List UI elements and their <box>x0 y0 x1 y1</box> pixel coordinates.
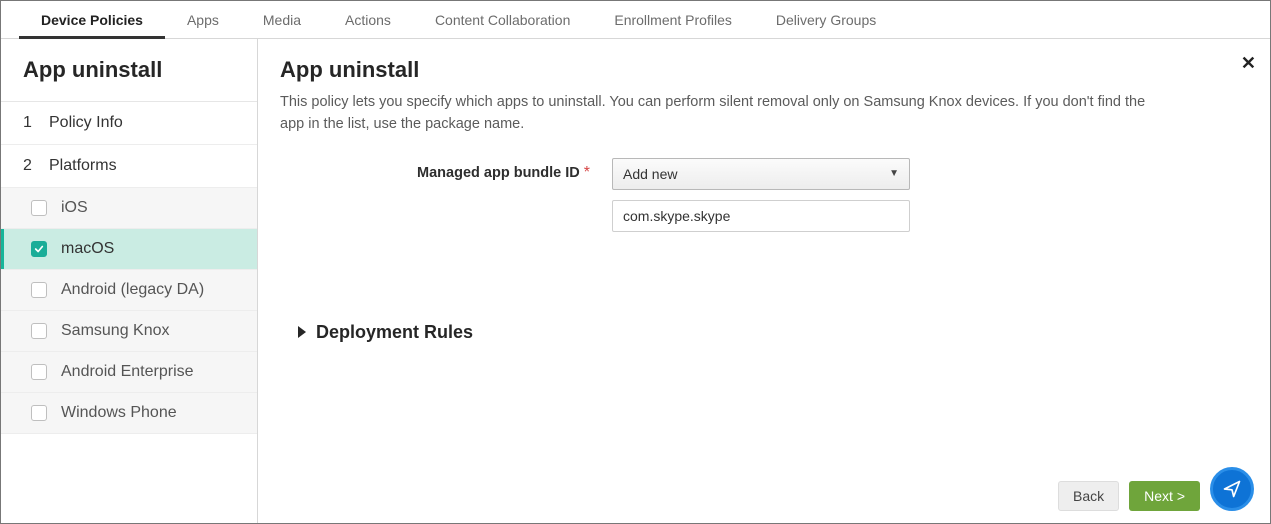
top-tab-apps[interactable]: Apps <box>165 1 241 38</box>
deployment-rules-label: Deployment Rules <box>316 322 473 343</box>
platform-list: iOS macOS Android (legacy DA) Samsung Knox A… <box>1 188 257 434</box>
step-label: Platforms <box>49 157 117 175</box>
platform-label: Android Enterprise <box>61 363 194 381</box>
page-title: App uninstall <box>280 57 1248 83</box>
checkbox[interactable] <box>31 364 47 380</box>
deployment-rules-toggle[interactable]: Deployment Rules <box>280 322 1248 343</box>
platform-label: iOS <box>61 199 88 217</box>
step-number: 1 <box>23 114 37 132</box>
step-platforms[interactable]: 2 Platforms <box>1 145 257 188</box>
top-tab-enrollment-profiles[interactable]: Enrollment Profiles <box>592 1 754 38</box>
step-label: Policy Info <box>49 114 123 132</box>
required-mark: * <box>584 164 590 181</box>
platform-label: Samsung Knox <box>61 322 170 340</box>
bundle-id-label: Managed app bundle ID <box>417 165 580 181</box>
platform-ios[interactable]: iOS <box>1 188 257 229</box>
checkbox[interactable] <box>31 282 47 298</box>
back-button[interactable]: Back <box>1058 481 1119 511</box>
platform-android-legacy-da-[interactable]: Android (legacy DA) <box>1 270 257 311</box>
bundle-id-dropdown[interactable]: Add new ▼ <box>612 158 910 190</box>
triangle-right-icon <box>298 326 306 338</box>
top-tab-actions[interactable]: Actions <box>323 1 413 38</box>
step-policy-info[interactable]: 1 Policy Info <box>1 102 257 145</box>
footer-buttons: Back Next > <box>1058 481 1200 511</box>
top-tab-delivery-groups[interactable]: Delivery Groups <box>754 1 898 38</box>
chevron-down-icon: ▼ <box>889 168 899 179</box>
page-description: This policy lets you specify which apps … <box>280 91 1160 136</box>
platform-samsung-knox[interactable]: Samsung Knox <box>1 311 257 352</box>
paper-plane-icon <box>1222 479 1242 499</box>
bundle-id-row: Managed app bundle ID* Add new ▼ <box>280 158 1248 232</box>
help-bubble-button[interactable] <box>1210 467 1254 511</box>
platform-label: Android (legacy DA) <box>61 281 204 299</box>
platform-android-enterprise[interactable]: Android Enterprise <box>1 352 257 393</box>
checkbox[interactable] <box>31 323 47 339</box>
sidebar-title: App uninstall <box>1 39 257 102</box>
step-number: 2 <box>23 157 37 175</box>
top-tab-content-collaboration[interactable]: Content Collaboration <box>413 1 592 38</box>
sidebar: App uninstall 1 Policy Info 2 Platforms iOS… <box>1 39 258 523</box>
dropdown-value: Add new <box>623 166 677 182</box>
checkbox[interactable] <box>31 405 47 421</box>
platform-label: macOS <box>61 240 114 258</box>
next-button[interactable]: Next > <box>1129 481 1200 511</box>
top-tab-media[interactable]: Media <box>241 1 323 38</box>
top-tab-device-policies[interactable]: Device Policies <box>19 1 165 38</box>
close-icon[interactable]: ✕ <box>1241 53 1256 74</box>
top-tabs: Device PoliciesAppsMediaActionsContent C… <box>1 1 1270 39</box>
content-pane: ✕ App uninstall This policy lets you spe… <box>258 39 1270 523</box>
platform-windows-phone[interactable]: Windows Phone <box>1 393 257 434</box>
checkbox[interactable] <box>31 241 47 257</box>
checkbox[interactable] <box>31 200 47 216</box>
bundle-id-input[interactable] <box>612 200 910 232</box>
platform-macos[interactable]: macOS <box>1 229 257 270</box>
platform-label: Windows Phone <box>61 404 177 422</box>
